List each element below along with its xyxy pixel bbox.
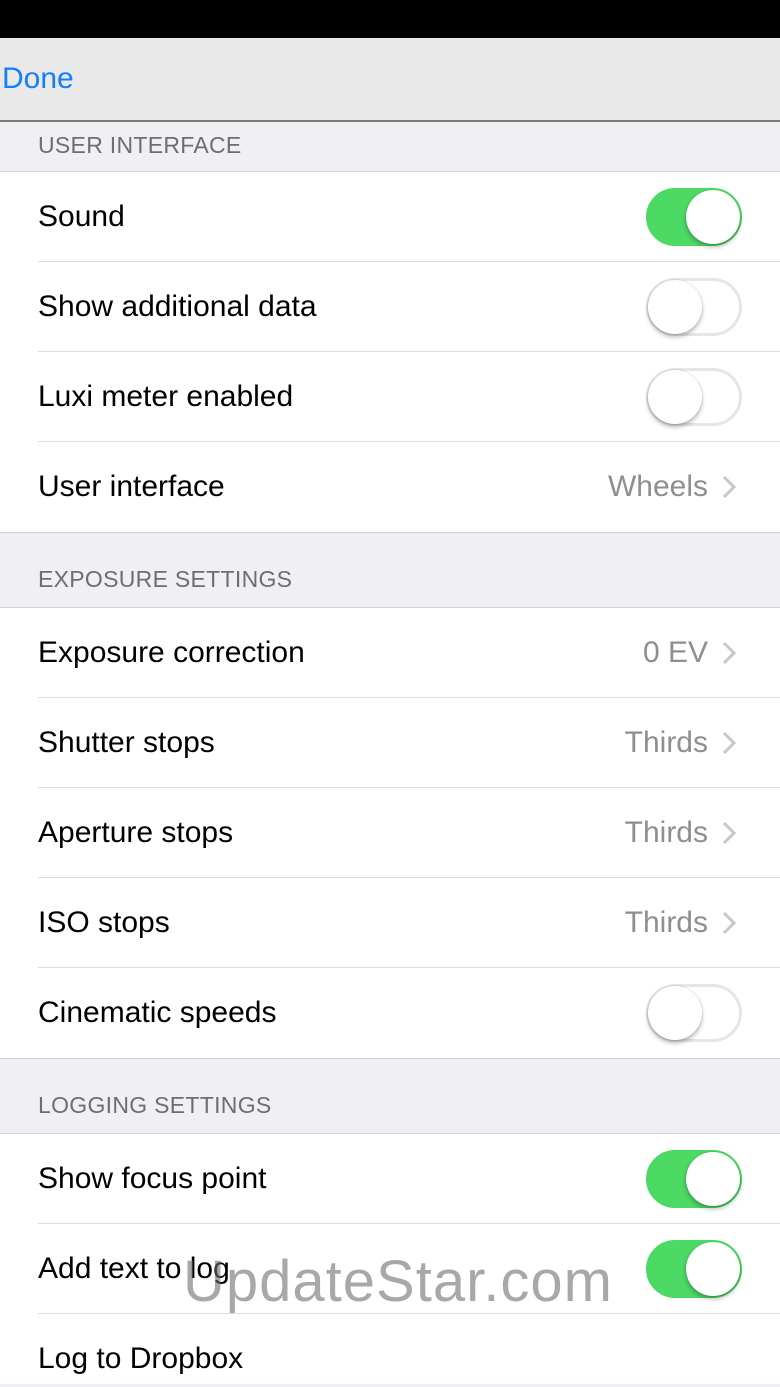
row-label: Exposure correction <box>38 636 305 669</box>
toggle-knob <box>648 986 702 1040</box>
row-sound: Sound <box>0 172 780 262</box>
group-user-interface: Sound Show additional data Luxi meter en… <box>0 172 780 533</box>
section-header-logging-settings: LOGGING SETTINGS <box>0 1059 780 1134</box>
row-label: Show additional data <box>38 290 317 323</box>
row-value: Thirds <box>624 906 708 939</box>
section-title: EXPOSURE SETTINGS <box>38 566 293 592</box>
row-label: Sound <box>38 200 125 233</box>
group-exposure-settings: Exposure correction 0 EV Shutter stops T… <box>0 608 780 1059</box>
row-label: Show focus point <box>38 1162 267 1195</box>
row-luxi-meter-enabled: Luxi meter enabled <box>0 352 780 442</box>
row-value: 0 EV <box>642 636 708 669</box>
row-label: Shutter stops <box>38 726 215 759</box>
row-label: Luxi meter enabled <box>38 380 294 413</box>
navigation-bar: Done <box>0 38 780 122</box>
section-header-user-interface: USER INTERFACE <box>0 124 780 172</box>
section-title: LOGGING SETTINGS <box>38 1092 272 1118</box>
row-label: ISO stops <box>38 906 170 939</box>
row-show-focus-point: Show focus point <box>0 1134 780 1224</box>
row-add-text-to-log: Add text to log <box>0 1224 780 1314</box>
chevron-right-icon <box>722 641 737 665</box>
done-button[interactable]: Done <box>2 62 74 96</box>
row-label: Aperture stops <box>38 816 234 849</box>
chevron-right-icon <box>722 475 737 499</box>
toggle-knob <box>686 1242 740 1296</box>
row-log-to-dropbox[interactable]: Log to Dropbox <box>0 1314 780 1384</box>
toggle-knob <box>648 370 702 424</box>
row-shutter-stops[interactable]: Shutter stops Thirds <box>0 698 780 788</box>
chevron-right-icon <box>722 821 737 845</box>
show-additional-data-toggle[interactable] <box>646 278 742 336</box>
section-title: USER INTERFACE <box>38 132 242 158</box>
toggle-knob <box>686 190 740 244</box>
chevron-right-icon <box>722 911 737 935</box>
section-header-exposure-settings: EXPOSURE SETTINGS <box>0 533 780 608</box>
toggle-knob <box>648 280 702 334</box>
row-value: Thirds <box>624 816 708 849</box>
row-aperture-stops[interactable]: Aperture stops Thirds <box>0 788 780 878</box>
row-cinematic-speeds: Cinematic speeds <box>0 968 780 1058</box>
row-label: Add text to log <box>38 1252 230 1285</box>
row-label: Log to Dropbox <box>38 1342 244 1375</box>
sound-toggle[interactable] <box>646 188 742 246</box>
show-focus-point-toggle[interactable] <box>646 1150 742 1208</box>
toggle-knob <box>686 1152 740 1206</box>
row-iso-stops[interactable]: ISO stops Thirds <box>0 878 780 968</box>
row-value: Thirds <box>624 726 708 759</box>
row-user-interface[interactable]: User interface Wheels <box>0 442 780 532</box>
row-label: User interface <box>38 470 225 503</box>
row-show-additional-data: Show additional data <box>0 262 780 352</box>
cinematic-speeds-toggle[interactable] <box>646 984 742 1042</box>
row-value: Wheels <box>607 470 708 503</box>
row-label: Cinematic speeds <box>38 996 277 1029</box>
luxi-meter-toggle[interactable] <box>646 368 742 426</box>
status-bar <box>0 0 780 38</box>
group-logging-settings: Show focus point Add text to log Log to … <box>0 1134 780 1384</box>
add-text-to-log-toggle[interactable] <box>646 1240 742 1298</box>
chevron-right-icon <box>722 731 737 755</box>
row-exposure-correction[interactable]: Exposure correction 0 EV <box>0 608 780 698</box>
